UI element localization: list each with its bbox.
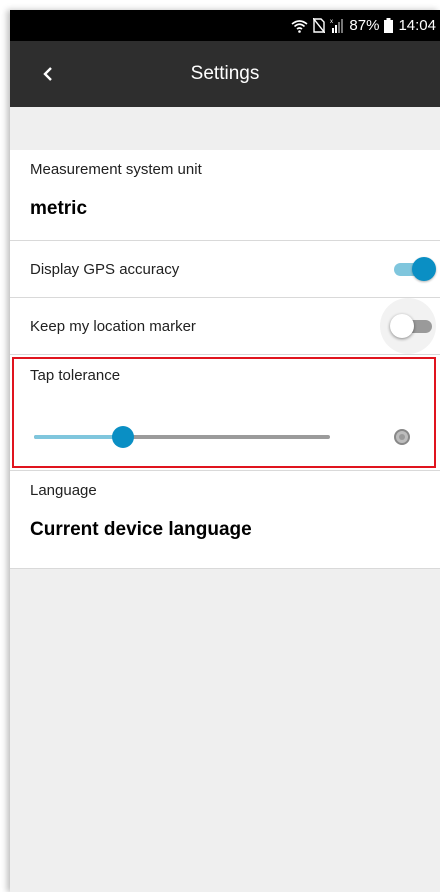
top-spacer — [10, 107, 440, 150]
slider-fill — [34, 435, 123, 439]
tap-tolerance-slider[interactable] — [34, 426, 330, 448]
slider-thumb[interactable] — [111, 426, 134, 448]
language-setting[interactable]: Language Current device language — [10, 471, 440, 569]
toggle-thumb — [390, 314, 414, 338]
gps-accuracy-toggle[interactable] — [394, 257, 436, 281]
app-bar: Settings — [10, 41, 440, 107]
measurement-label: Measurement system unit — [30, 161, 202, 178]
battery-percent: 87% — [349, 17, 380, 34]
signal-icon: x — [330, 18, 344, 33]
gps-accuracy-label: Display GPS accuracy — [30, 260, 180, 278]
location-marker-setting[interactable]: Keep my location marker — [10, 298, 440, 355]
tap-tolerance-setting: Tap tolerance — [10, 355, 440, 471]
battery-icon — [384, 18, 394, 33]
measurement-system-setting[interactable]: Measurement system unit metric — [10, 150, 440, 241]
language-value: Current device language — [30, 519, 252, 540]
svg-text:x: x — [330, 19, 333, 25]
chevron-left-icon — [43, 67, 52, 81]
gps-accuracy-setting[interactable]: Display GPS accuracy — [10, 241, 440, 298]
wifi-icon — [291, 19, 308, 33]
status-bar: x 87% 14:04 — [10, 10, 440, 41]
location-marker-toggle[interactable] — [390, 314, 432, 338]
measurement-value: metric — [30, 198, 88, 219]
tolerance-indicator — [394, 429, 410, 445]
toggle-thumb — [412, 257, 436, 281]
settings-list: Measurement system unit metric Display G… — [10, 150, 440, 569]
location-marker-label: Keep my location marker — [30, 317, 196, 335]
page-title: Settings — [190, 63, 260, 84]
back-button[interactable] — [30, 41, 66, 107]
phone-screen: x 87% 14:04 Settings Measurement system … — [10, 10, 440, 892]
no-sim-icon — [313, 18, 326, 33]
language-label: Language — [30, 482, 97, 499]
clock: 14:04 — [398, 17, 436, 34]
tap-tolerance-label: Tap tolerance — [30, 367, 121, 384]
